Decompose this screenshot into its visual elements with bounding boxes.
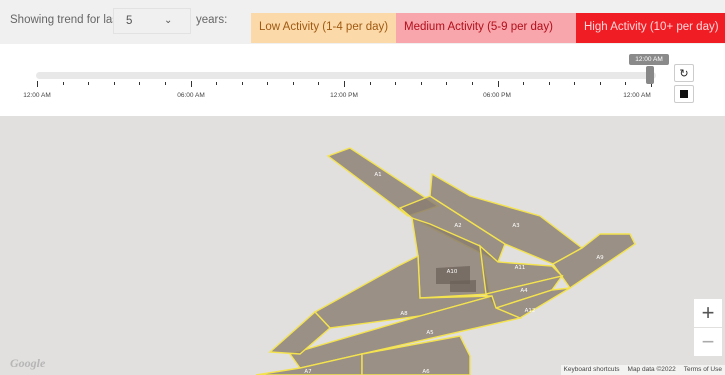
zone-label-a1: A1 — [374, 172, 381, 178]
zone-label-a6: A6 — [422, 369, 430, 375]
slider-tick — [471, 82, 473, 85]
zone-label-a7: A7 — [304, 369, 312, 375]
slider-handle[interactable] — [646, 66, 654, 84]
slider-tick — [420, 82, 422, 85]
zone-label-a3: A3 — [512, 223, 520, 229]
slider-tick — [113, 82, 115, 85]
slider-tick — [497, 81, 499, 87]
keyboard-shortcuts-link[interactable]: Keyboard shortcuts — [564, 365, 620, 375]
years-value: 5 — [126, 15, 133, 27]
time-label: 12:00 AM — [623, 92, 651, 99]
slider-tick — [523, 82, 525, 85]
airport-zones-layer: A1 A2 A3 A9 A10 A11 A4 A12 A8 A5 A7 A6 — [255, 147, 636, 375]
stop-button[interactable] — [674, 85, 694, 103]
years-select[interactable]: 5 ⌄ — [113, 8, 191, 34]
legend-high-activity: High Activity (10+ per day) — [576, 13, 725, 43]
zone-label-a10: A10 — [447, 269, 458, 275]
terms-link[interactable]: Terms of Use — [684, 365, 722, 375]
slider-ticks: 12:00 AM 06:00 AM 12:00 PM 06:00 PM 12:0… — [0, 44, 725, 116]
slider-tick — [625, 82, 627, 85]
legend-low-activity: Low Activity (1-4 per day) — [251, 13, 396, 43]
stop-icon — [680, 90, 688, 98]
trend-suffix: years: — [196, 14, 228, 26]
time-label: 06:00 PM — [483, 92, 511, 99]
time-label: 06:00 AM — [177, 92, 205, 99]
zone-label-a5: A5 — [426, 330, 434, 336]
airport-map[interactable]: A1 A2 A3 A9 A10 A11 A4 A12 A8 A5 A7 A6 +… — [0, 116, 725, 375]
google-logo[interactable]: Google — [10, 356, 45, 371]
current-time-tooltip: 12:00 AM — [629, 54, 669, 65]
slider-tick — [292, 82, 294, 85]
slider-tick — [216, 82, 218, 85]
airport-activity-app: Showing trend for last 5 ⌄ years: Low Ac… — [0, 0, 725, 375]
legend-medium-activity: Medium Activity (5-9 per day) — [396, 13, 576, 43]
zone-label-a4: A4 — [520, 288, 528, 294]
slider-tick — [446, 82, 448, 85]
trend-label: Showing trend for last — [10, 14, 122, 26]
chevron-down-icon: ⌄ — [164, 15, 173, 26]
time-slider: 12:00 AM 06:00 AM 12:00 PM 06:00 PM 12:0… — [0, 44, 725, 116]
zone-label-a11: A11 — [515, 265, 526, 271]
zone-label-a2: A2 — [454, 223, 461, 229]
slider-tick — [318, 82, 320, 85]
slider-tick — [344, 81, 345, 87]
zone-label-a8: A8 — [400, 311, 408, 317]
slider-tick — [574, 82, 576, 85]
zoom-out-button[interactable]: − — [694, 328, 722, 356]
slider-tick — [548, 82, 550, 85]
slider-tick — [395, 82, 397, 85]
map-data-text: Map data ©2022 — [627, 366, 676, 373]
time-label: 12:00 PM — [330, 92, 358, 99]
slider-tick — [88, 82, 90, 85]
slider-tick — [139, 82, 141, 85]
slider-tick — [599, 82, 601, 85]
slider-tick — [369, 82, 371, 85]
zone-label-a9: A9 — [596, 255, 604, 261]
slider-tick — [267, 82, 269, 85]
slider-tick — [164, 82, 166, 85]
slider-tick — [37, 81, 38, 87]
slider-tick — [241, 82, 243, 85]
reload-button[interactable]: ↻ — [674, 64, 694, 82]
slider-tick — [62, 82, 64, 85]
activity-legend-bar: Showing trend for last 5 ⌄ years: Low Ac… — [0, 0, 725, 44]
time-label: 12:00 AM — [23, 92, 51, 99]
zoom-in-button[interactable]: + — [694, 299, 722, 327]
map-attribution: Keyboard shortcuts Map data ©2022 Terms … — [560, 365, 725, 375]
zone-label-a12: A12 — [525, 308, 536, 314]
reload-icon: ↻ — [679, 67, 689, 80]
slider-tick — [190, 81, 192, 87]
